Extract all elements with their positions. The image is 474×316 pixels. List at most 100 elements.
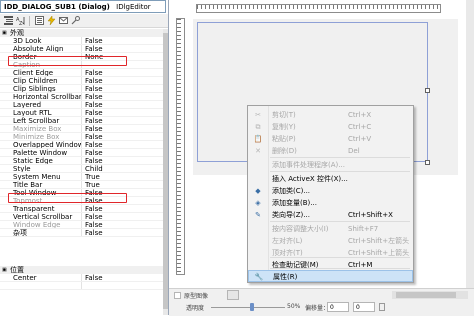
overrides-icon[interactable]	[70, 16, 80, 26]
vertical-ruler[interactable]	[176, 18, 185, 275]
property-value[interactable]: False	[82, 85, 103, 92]
menu-item-label: 添加事件处理程序(A)...	[272, 161, 345, 169]
property-row-layout-rtl[interactable]: Layout RTL False	[0, 109, 163, 117]
property-row-horizontal-scrollbar[interactable]: Horizontal Scrollbar False	[0, 93, 163, 101]
menu-item-1[interactable]: ⧉ 复制(Y) Ctrl+C	[248, 121, 413, 133]
property-value[interactable]: False	[82, 141, 103, 148]
property-row-overlapped-window[interactable]: Overlapped Window False	[0, 141, 163, 149]
transparency-slider[interactable]	[211, 307, 285, 308]
property-value[interactable]: False	[82, 157, 103, 164]
menu-item-6[interactable]: ◆ 添加类(C)...	[248, 185, 413, 197]
property-value[interactable]: False	[82, 125, 103, 132]
menu-item-label: 插入 ActiveX 控件(X)...	[272, 175, 348, 183]
property-row-left-scrollbar[interactable]: Left Scrollbar False	[0, 117, 163, 125]
property-row-layered[interactable]: Layered False	[0, 101, 163, 109]
property-row-maximize-box[interactable]: Maximize Box False	[0, 125, 163, 133]
transparency-slider-thumb[interactable]	[249, 303, 254, 311]
object-selector[interactable]: IDD_DIALOG_SUB1 (Dialog) IDlgEditor	[0, 0, 166, 13]
messages-icon[interactable]	[58, 16, 68, 26]
menu-item-13[interactable]: 🔧 属性(R)	[248, 270, 413, 282]
properties-scrollbar[interactable]	[163, 29, 168, 315]
property-value[interactable]: False	[82, 213, 103, 220]
menu-item-label: 添加变量(B)...	[272, 199, 317, 207]
properties-pane: IDD_DIALOG_SUB1 (Dialog) IDlgEditor AZ ▣…	[0, 0, 169, 315]
property-row-3d-look[interactable]: 3D Look False	[0, 37, 163, 45]
menu-item-7[interactable]: ◈ 添加变量(B)...	[248, 197, 413, 209]
property-value[interactable]	[82, 282, 85, 289]
property-row-system-menu[interactable]: System Menu True	[0, 173, 163, 181]
property-row-item[interactable]: 杂项 False	[0, 229, 163, 237]
editor-right-scrollbar[interactable]	[466, 0, 474, 288]
alphabetical-icon[interactable]: AZ	[15, 16, 25, 26]
categorized-icon[interactable]	[3, 16, 13, 26]
menu-item-2[interactable]: 📋 粘贴(P) Ctrl+V	[248, 133, 413, 145]
collapse-icon[interactable]: ▣	[2, 266, 10, 274]
category-header-appearance[interactable]: ▣ 外观	[0, 29, 163, 37]
bottom-toolbar: 原型图像 透明度 50% 偏移量： 0 0	[169, 288, 474, 316]
events-icon[interactable]	[46, 16, 56, 26]
resize-handle-corner[interactable]	[425, 160, 430, 165]
property-value[interactable]: False	[82, 229, 103, 236]
offset-y-input[interactable]: 0	[353, 302, 375, 312]
category-header-position[interactable]: ▣ 位置	[0, 266, 163, 274]
menu-item-9[interactable]: 按内容调整大小(I) Shift+F7	[248, 223, 413, 235]
property-value[interactable]: False	[82, 205, 103, 212]
property-value[interactable]: True	[82, 181, 100, 188]
menu-item-label: 左对齐(L)	[272, 237, 303, 245]
menu-item-shortcut: Ctrl+X	[348, 111, 372, 119]
property-value[interactable]: False	[82, 133, 103, 140]
property-value[interactable]: False	[82, 45, 103, 52]
property-row-vertical-scrollbar[interactable]: Vertical Scrollbar False	[0, 213, 163, 221]
menu-item-shortcut: Ctrl+Shift+X	[348, 211, 393, 219]
property-value[interactable]: False	[82, 117, 103, 124]
offset-label: 偏移量：	[305, 305, 330, 312]
menu-item-5[interactable]: 插入 ActiveX 控件(X)...	[248, 173, 413, 185]
property-value[interactable]: False	[82, 109, 103, 116]
property-value[interactable]: False	[82, 149, 103, 156]
property-value[interactable]: False	[82, 101, 103, 108]
property-row-clip-children[interactable]: Clip Children False	[0, 77, 163, 85]
menu-item-shortcut: Shift+F7	[348, 225, 379, 233]
menu-item-4[interactable]: 添加事件处理程序(A)...	[248, 159, 413, 171]
resize-handle-right[interactable]	[425, 88, 430, 93]
scrollbar-thumb[interactable]	[163, 33, 168, 309]
property-row-center[interactable]: Center False	[0, 274, 163, 282]
fill-image-button[interactable]	[227, 290, 239, 300]
property-value[interactable]: False	[82, 77, 103, 84]
menu-item-0[interactable]: ✂ 剪切(T) Ctrl+X	[248, 109, 413, 121]
offset-spin-icon[interactable]	[379, 303, 385, 311]
property-row-transparent[interactable]: Transparent False	[0, 205, 163, 213]
properties-icon[interactable]	[34, 16, 44, 26]
property-value[interactable]: False	[82, 221, 103, 228]
property-row-palette-window[interactable]: Palette Window False	[0, 149, 163, 157]
editor-horizontal-scrollbar[interactable]	[392, 291, 468, 299]
property-row-style[interactable]: Style Child	[0, 165, 163, 173]
property-row-minimize-box[interactable]: Minimize Box False	[0, 133, 163, 141]
class-wizard-icon: ✎	[255, 211, 261, 219]
property-value[interactable]: False	[82, 37, 103, 44]
property-value[interactable]: Child	[82, 165, 103, 172]
properties-toolbar: AZ	[0, 14, 168, 28]
menu-item-shortcut: Ctrl+Shift+左箭头	[348, 237, 410, 245]
paste-icon: 📋	[253, 135, 263, 143]
property-row-client-edge[interactable]: Client Edge False	[0, 69, 163, 77]
collapse-icon[interactable]: ▣	[2, 29, 10, 37]
menu-item-10[interactable]: 左对齐(L) Ctrl+Shift+左箭头	[248, 235, 413, 247]
offset-x-input[interactable]: 0	[327, 302, 349, 312]
property-row-absolute-align[interactable]: Absolute Align False	[0, 45, 163, 53]
menu-item-label: 粘贴(P)	[272, 135, 296, 143]
property-row-clip-siblings[interactable]: Clip Siblings False	[0, 85, 163, 93]
horizontal-ruler[interactable]	[196, 4, 441, 13]
property-row-window-edge[interactable]: Window Edge False	[0, 221, 163, 229]
property-name: Left Scrollbar	[0, 117, 82, 124]
property-row-item[interactable]	[0, 282, 163, 290]
property-row-static-edge[interactable]: Static Edge False	[0, 157, 163, 165]
property-value[interactable]: True	[82, 173, 100, 180]
property-row-title-bar[interactable]: Title Bar True	[0, 181, 163, 189]
property-value[interactable]: False	[82, 69, 103, 76]
property-value[interactable]: False	[82, 93, 103, 100]
menu-item-8[interactable]: ✎ 类向导(Z)... Ctrl+Shift+X	[248, 209, 413, 221]
menu-item-3[interactable]: ✕ 删除(D) Del	[248, 145, 413, 157]
fill-image-checkbox[interactable]	[174, 292, 181, 299]
property-value[interactable]: False	[82, 274, 103, 281]
